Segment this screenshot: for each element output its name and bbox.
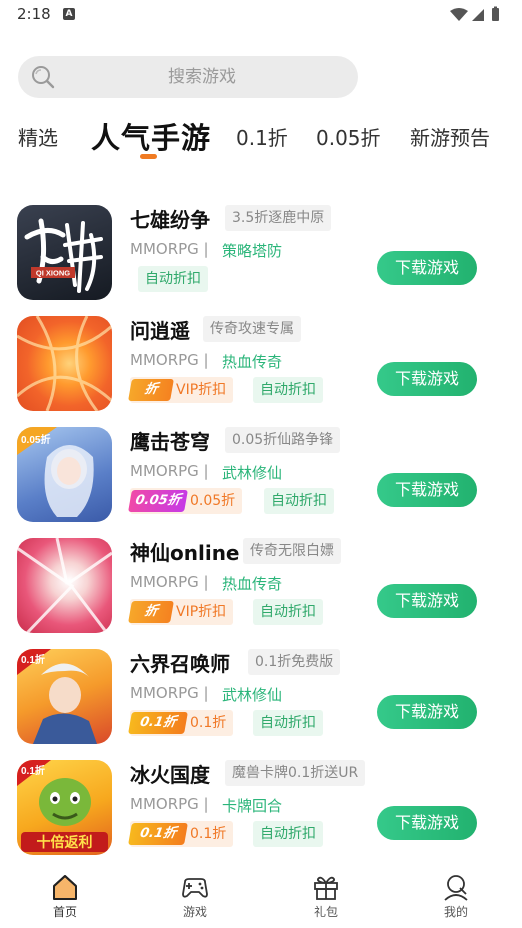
active-tab-indicator (140, 154, 157, 159)
discount-label: 0.1折 (190, 715, 227, 731)
game-tagline: 魔兽卡牌0.1折送UR (225, 760, 366, 786)
tab-featured[interactable]: 精选 (18, 122, 58, 151)
nav-gifts-label: 礼包 (313, 905, 338, 919)
icon-promo-label: 十倍返利 (37, 834, 93, 851)
status-time: 2:18 (17, 5, 51, 23)
icon-discount-label: 0.05折 (21, 433, 50, 446)
gift-icon (314, 876, 338, 900)
game-genre: MMORPG | (130, 795, 209, 813)
icon-discount-label: 0.1折 (21, 764, 45, 777)
game-category: 卡牌回合 (222, 797, 283, 815)
home-icon (53, 875, 77, 900)
game-icon[interactable] (17, 316, 112, 411)
game-icon[interactable] (17, 538, 112, 633)
nav-home[interactable]: 首页 (20, 872, 110, 928)
game-icon[interactable]: 0.1折 十倍返利 (17, 760, 112, 855)
download-button[interactable]: 下载游戏 (377, 695, 477, 729)
icon-discount-label: 0.1折 (21, 653, 45, 666)
auto-discount-tag: 自动折扣 (253, 710, 323, 736)
game-name: 鹰击苍穹 (130, 430, 210, 454)
game-category: 武林修仙 (222, 464, 283, 482)
tab-upcoming[interactable]: 新游预告 (410, 122, 490, 151)
download-button[interactable]: 下载游戏 (377, 806, 477, 840)
game-name: 六界召唤师 (130, 652, 230, 676)
auto-discount-tag: 自动折扣 (264, 488, 334, 514)
game-name: 冰火国度 (130, 763, 210, 787)
svg-text:QI XIONG: QI XIONG (36, 269, 70, 278)
discount-tag: 0.1折 0.1折 (128, 821, 234, 847)
discount-badge: 折 (128, 601, 174, 623)
game-genre: MMORPG | (130, 240, 209, 258)
discount-tag: 0.05折 0.05折 (128, 488, 243, 514)
list-item[interactable]: 0.1折 十倍返利 冰火国度 魔兽卡牌0.1折送UR MMORPG | 卡牌回合… (0, 751, 522, 860)
vip-discount-tag: 折 VIP折扣 (128, 599, 234, 625)
list-item[interactable]: 0.05折 鹰击苍穹 0.05折仙路争锋 MMORPG | 武林修仙 0.05折… (0, 418, 522, 529)
search-placeholder: 搜索游戏 (168, 67, 236, 87)
game-tagline: 传奇无限白嫖 (243, 538, 341, 564)
game-genre: MMORPG | (130, 573, 209, 591)
game-name: 七雄纷争 (130, 208, 210, 232)
download-button[interactable]: 下载游戏 (377, 473, 477, 507)
game-name: 神仙online (130, 541, 240, 565)
game-category: 武林修仙 (222, 686, 283, 704)
list-item[interactable]: 0.1折 六界召唤师 0.1折免费版 MMORPG | 武林修仙 0.1折 0.… (0, 640, 522, 751)
discount-badge: 0.05折 (128, 490, 188, 512)
tab-0-05-discount[interactable]: 0.05折 (316, 122, 381, 151)
discount-badge: 折 (128, 379, 174, 401)
list-item[interactable]: 问逍遥 传奇攻速专属 MMORPG | 热血传奇 折 VIP折扣 自动折扣 下载… (0, 307, 522, 418)
auto-discount-tag: 自动折扣 (138, 266, 208, 292)
game-genre: MMORPG | (130, 351, 209, 369)
game-genre: MMORPG | (130, 684, 209, 702)
game-category: 热血传奇 (222, 575, 283, 593)
discount-label: 0.1折 (190, 826, 227, 842)
nav-home-label: 首页 (52, 905, 77, 919)
nav-games[interactable]: 游戏 (150, 872, 240, 928)
gamepad-icon (182, 878, 208, 898)
game-tagline: 0.05折仙路争锋 (225, 427, 341, 453)
notification-icon: A (63, 8, 75, 20)
download-button[interactable]: 下载游戏 (377, 251, 477, 285)
game-list: QI XIONG 七雄纷争 3.5折逐鹿中原 MMORPG | 策略塔防 自动折… (0, 196, 522, 860)
discount-label: 0.05折 (190, 493, 236, 509)
discount-label: VIP折扣 (176, 604, 227, 620)
category-tabs: 精选 人气手游 0.1折 0.05折 新游预告 (0, 110, 522, 170)
discount-tag: 0.1折 0.1折 (128, 710, 234, 736)
status-bar: 2:18 A (0, 0, 522, 30)
game-tagline: 0.1折免费版 (248, 649, 341, 675)
tab-popular[interactable]: 人气手游 (91, 115, 211, 157)
nav-profile[interactable]: 我的 (411, 872, 501, 928)
game-tagline: 3.5折逐鹿中原 (225, 205, 332, 231)
discount-badge: 0.1折 (128, 712, 188, 734)
game-icon[interactable]: 0.05折 (17, 427, 112, 522)
list-item[interactable]: 神仙online 传奇无限白嫖 MMORPG | 热血传奇 折 VIP折扣 自动… (0, 529, 522, 640)
auto-discount-tag: 自动折扣 (253, 821, 323, 847)
discount-badge: 0.1折 (128, 823, 188, 845)
tab-0-1-discount[interactable]: 0.1折 (236, 122, 288, 151)
auto-discount-tag: 自动折扣 (253, 599, 323, 625)
list-item[interactable]: QI XIONG 七雄纷争 3.5折逐鹿中原 MMORPG | 策略塔防 自动折… (0, 196, 522, 307)
game-tagline: 传奇攻速专属 (203, 316, 301, 342)
game-category: 热血传奇 (222, 353, 283, 371)
game-genre: MMORPG | (130, 462, 209, 480)
discount-label: VIP折扣 (176, 382, 227, 398)
nav-profile-label: 我的 (443, 905, 468, 919)
game-name: 问逍遥 (130, 319, 190, 343)
nav-gifts[interactable]: 礼包 (281, 872, 371, 928)
search-input[interactable]: 搜索游戏 (18, 56, 358, 98)
game-category: 策略塔防 (222, 242, 283, 260)
auto-discount-tag: 自动折扣 (253, 377, 323, 403)
bottom-nav: 首页 游戏 礼包 我的 (0, 862, 522, 928)
vip-discount-tag: 折 VIP折扣 (128, 377, 234, 403)
game-icon[interactable]: QI XIONG (17, 205, 112, 300)
profile-icon (444, 875, 468, 901)
download-button[interactable]: 下载游戏 (377, 362, 477, 396)
download-button[interactable]: 下载游戏 (377, 584, 477, 618)
game-icon[interactable]: 0.1折 (17, 649, 112, 744)
nav-games-label: 游戏 (182, 905, 207, 919)
signal-battery-icon (450, 6, 499, 21)
